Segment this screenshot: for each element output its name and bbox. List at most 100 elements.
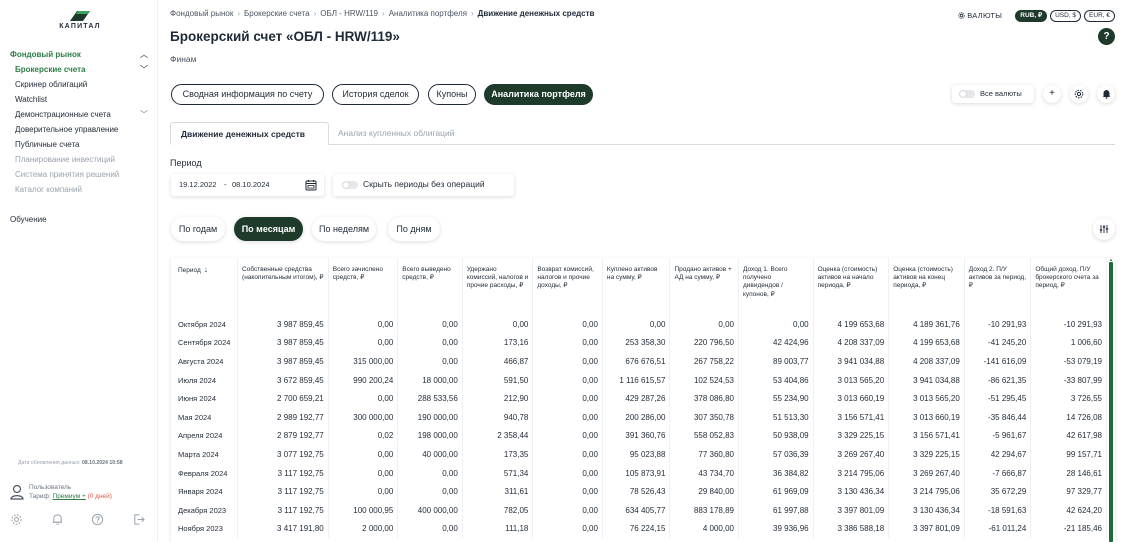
table-cell: -61 011,24 [964, 519, 1032, 539]
granularity-option-2[interactable]: По неделям [312, 217, 376, 241]
sidebar-item-learning[interactable]: Обучение [10, 215, 47, 224]
table-row: Июля 2024 3 672 859,45 990 200,24 18 000,00… [171, 370, 1107, 390]
currency-pill[interactable]: USD, $ [1050, 9, 1082, 22]
notifications-button[interactable] [1097, 85, 1115, 103]
date-to[interactable]: 08.10.2024 [232, 180, 270, 189]
table-cell: 0,00 [738, 315, 814, 334]
breadcrumb-item[interactable]: Брокерские счета [244, 9, 310, 18]
sort-down-arrow-icon[interactable]: ↓ [204, 265, 208, 274]
table-cell: 3 117 192,75 [237, 463, 329, 483]
table-cell: 1 116 615,57 [602, 370, 671, 390]
table-cell: 591,50 [462, 370, 534, 390]
currencies-label[interactable]: ВАЛЮТЫ [958, 11, 1002, 20]
currency-pill[interactable]: RUB, ₽ [1015, 9, 1048, 22]
update-label: Дата обновления данных: [18, 460, 81, 466]
sidebar-item-9[interactable]: Каталог компаний [0, 182, 158, 197]
table-cell: 40 000,00 [397, 445, 463, 464]
calendar-icon[interactable] [305, 179, 317, 191]
hide-empty-periods-box[interactable]: Скрыть периоды без операций [333, 174, 514, 196]
logout-icon[interactable] [132, 513, 145, 526]
table-row: Марта 2024 3 077 192,75 0,00 40 000,00 173,3… [171, 445, 1107, 464]
table-cell: 3 214 795,06 [888, 482, 965, 501]
sidebar-item-5[interactable]: Доверительное управление [0, 122, 158, 137]
granularity-option-0[interactable]: По годам [171, 217, 225, 241]
period-cell: Ноября 2023 [171, 519, 239, 539]
table-row: Октября 2024 3 987 859,45 0,00 0,00 0,00 0,00… [171, 315, 1107, 334]
table-cell: 4 208 337,09 [813, 333, 890, 353]
sliders-icon [1099, 225, 1109, 233]
table-cell: 990 200,24 [328, 370, 399, 390]
table-cell: 0,00 [328, 333, 399, 353]
column-header-label: Доход 1. Всего получено дивидендов / куп… [743, 266, 788, 298]
table-scrollbar[interactable] [1109, 262, 1113, 542]
tab-3[interactable]: Аналитика портфеля [484, 84, 593, 105]
table-cell: 0,00 [532, 519, 603, 539]
table-cell: 42 424,96 [738, 333, 814, 353]
hide-empty-periods-toggle[interactable] [342, 181, 358, 189]
sidebar-item-label: Доверительное управление [15, 125, 119, 134]
breadcrumb-item[interactable]: Фондовый рынок [170, 9, 233, 18]
all-currencies-toggle[interactable] [959, 90, 975, 98]
sidebar-item-4[interactable]: Демонстрационные счета ﹀ [0, 107, 158, 122]
table-cell: 105 873,91 [602, 463, 671, 483]
update-value: 08.10.2024 10:58 [81, 460, 123, 466]
table-cell: 39 936,96 [738, 519, 814, 539]
tariff-plan-link[interactable]: Премиум + [53, 493, 86, 500]
table-cell: 0,00 [397, 519, 463, 539]
granularity-option-3[interactable]: По дням [388, 217, 440, 241]
table-cell: 3 013 565,20 [813, 370, 890, 390]
period-cell: Мая 2024 [171, 407, 239, 427]
add-button[interactable]: + [1043, 85, 1061, 103]
table-cell: 391 360,76 [602, 426, 671, 446]
table-cell: 3 013 565,20 [888, 389, 965, 408]
sidebar-item-2[interactable]: Скринер облигаций [0, 77, 158, 92]
chevron-down-icon[interactable]: ﹀ [140, 62, 148, 77]
logo-text: КАПИТАЛ [59, 23, 101, 30]
help-button[interactable]: ? [1098, 28, 1115, 45]
table-cell: 782,05 [462, 500, 534, 520]
table-cell: 0,00 [532, 463, 603, 483]
table-cell: 4 199 653,68 [813, 315, 890, 334]
date-range-picker[interactable]: 19.12.2022 - 08.10.2024 [171, 174, 324, 196]
table: Период ↓ Собственные средства (накопительн… [171, 258, 1107, 539]
date-from[interactable]: 19.12.2022 [179, 180, 217, 189]
breadcrumb-item[interactable]: Аналитика портфеля [389, 9, 467, 18]
table-cell: 3 329 225,15 [888, 445, 965, 464]
user-block[interactable]: Пользователь Тариф: Премиум + (0 дней) [10, 483, 150, 505]
sidebar-item-8[interactable]: Система принятия решений [0, 167, 158, 182]
table-cell: 2 700 659,21 [237, 389, 329, 408]
granularity-option-1[interactable]: По месяцам [234, 217, 303, 241]
table-cell: 198 000,00 [397, 426, 463, 446]
tab-2[interactable]: Купоны [428, 84, 476, 105]
sidebar-item-label: Публичные счета [15, 140, 80, 149]
chevron-down-icon[interactable]: ﹀ [140, 107, 148, 122]
breadcrumb-item[interactable]: ОБЛ - HRW/119 [320, 9, 378, 18]
all-currencies-toggle-box[interactable]: Все валюты [952, 85, 1034, 103]
sidebar-item-label: Брокерские счета [15, 65, 86, 74]
sidebar-item-6[interactable]: Публичные счета [0, 137, 158, 152]
table-cell: -41 245,20 [964, 333, 1032, 353]
settings-button[interactable] [1070, 85, 1088, 103]
tariff-days: (0 дней) [87, 493, 112, 500]
sidebar-item-7[interactable]: Планирование инвестиций [0, 152, 158, 167]
chevron-up-icon[interactable]: ︿ [140, 47, 148, 62]
tab-1[interactable]: История сделок [332, 84, 419, 105]
currency-switcher: ВАЛЮТЫ RUB, ₽ USD, $ EUR, € [958, 7, 1115, 22]
table-row: Ноября 2023 3 417 191,80 2 000,00 0,00 111,1… [171, 519, 1107, 539]
logo[interactable]: КАПИТАЛ [55, 10, 105, 32]
tab-0[interactable]: Сводная информация по счету [171, 84, 324, 105]
currency-pill[interactable]: EUR, € [1084, 9, 1115, 22]
column-header-0[interactable]: Период ↓ [171, 258, 239, 315]
subtab-0[interactable]: Движение денежных средств [170, 122, 329, 145]
gear-icon[interactable] [10, 513, 23, 526]
table-settings-button[interactable] [1093, 218, 1115, 240]
sidebar-item-0[interactable]: Фондовый рынок ︿ [0, 47, 158, 62]
table-cell: 4 000,00 [669, 519, 739, 539]
subtab-1[interactable]: Анализ купленных облигаций [328, 122, 478, 145]
sidebar-item-1[interactable]: Брокерские счета ﹀ [0, 62, 158, 77]
table-cell: 0,00 [328, 463, 399, 483]
help-icon[interactable] [91, 513, 104, 526]
sidebar-item-3[interactable]: Watchlist [0, 92, 158, 107]
bell-icon[interactable] [51, 513, 64, 526]
column-header-label: Оценка (стоимость) активов на конец пери… [893, 266, 953, 290]
